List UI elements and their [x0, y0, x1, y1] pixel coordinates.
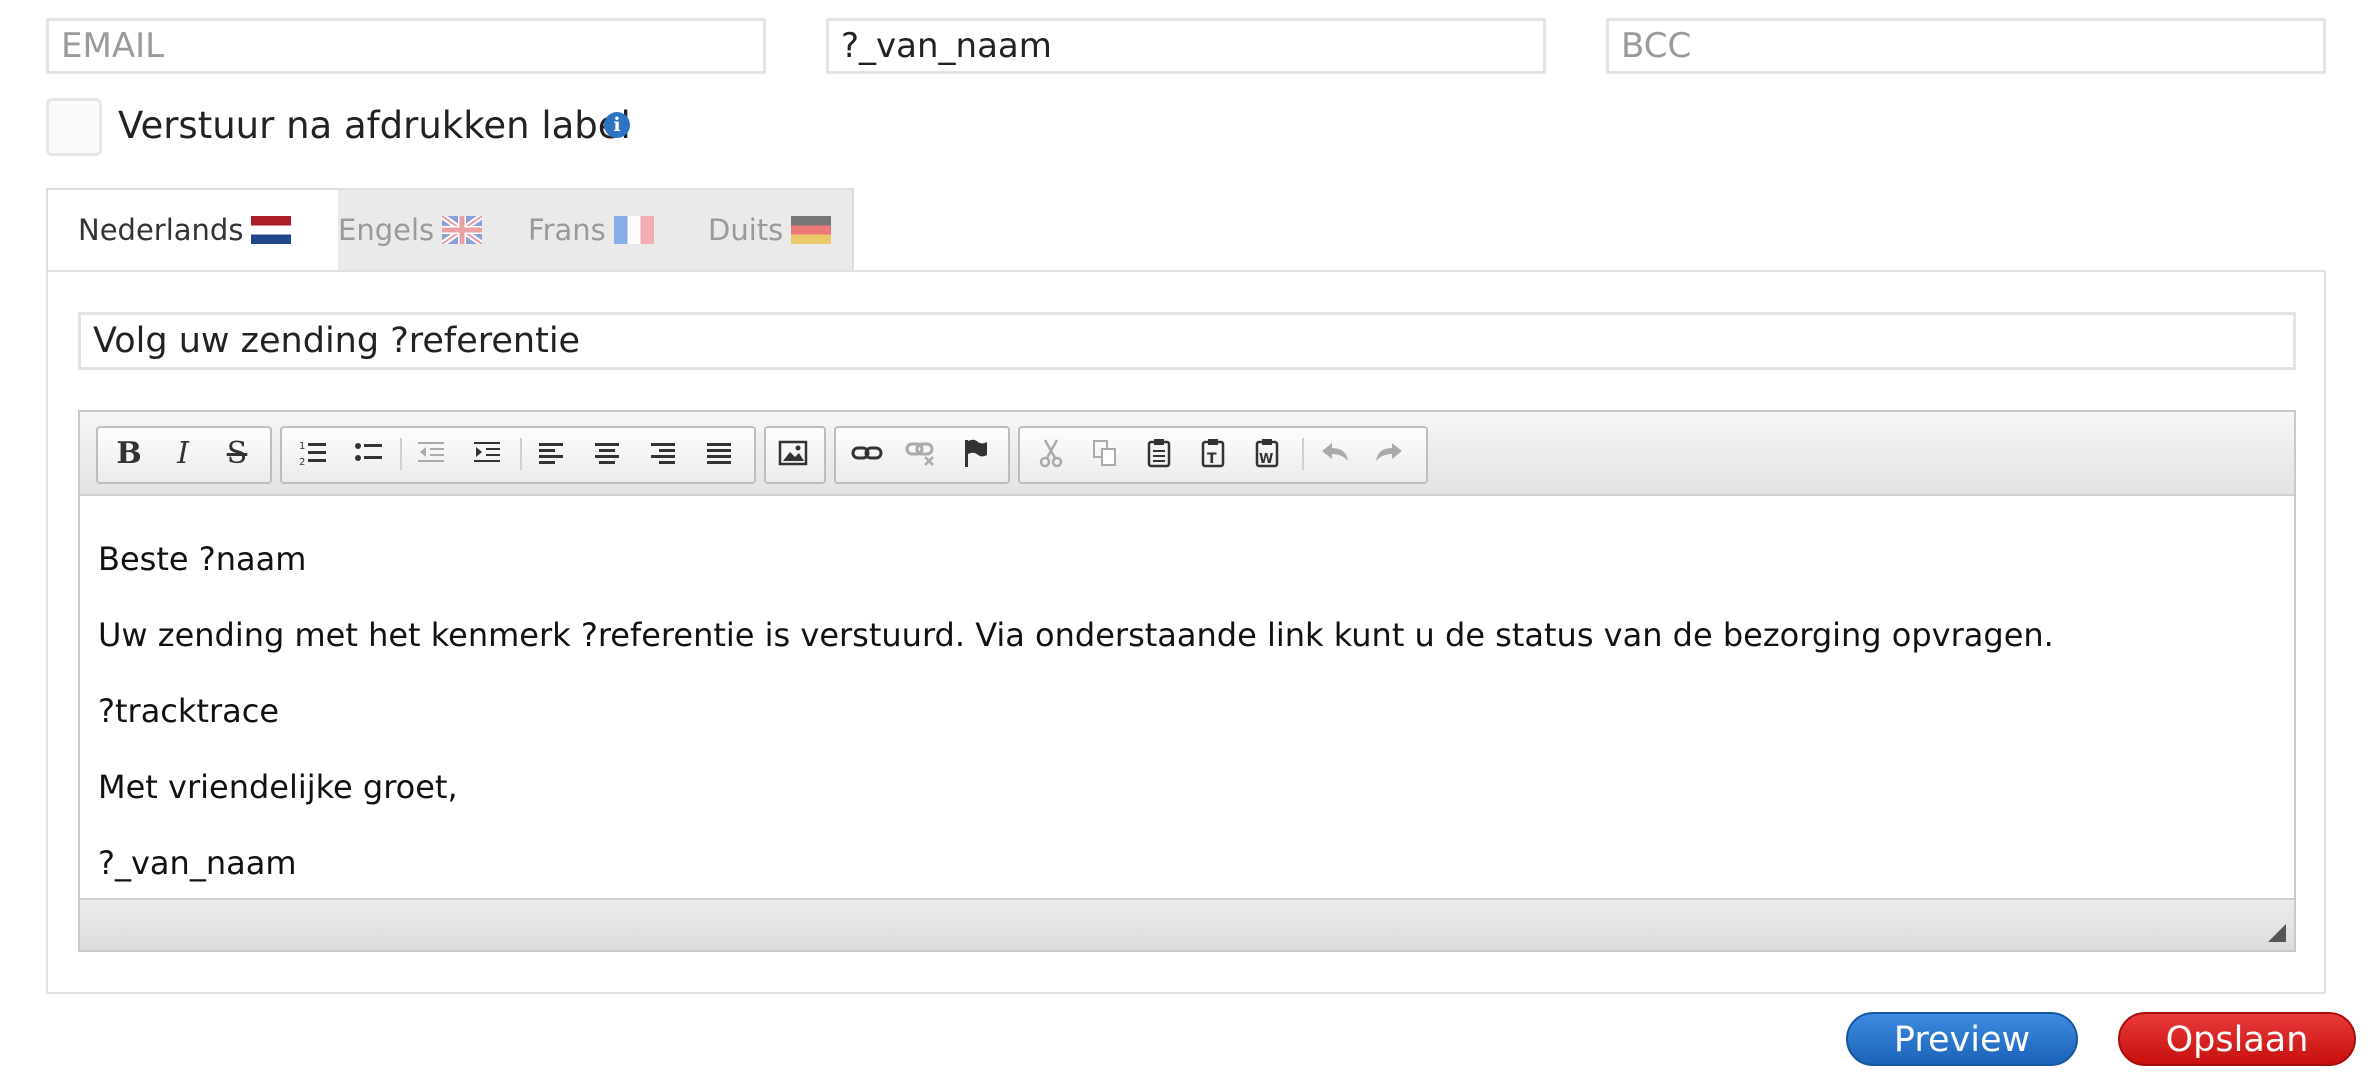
flag-uk-icon	[442, 216, 483, 244]
svg-text:2: 2	[299, 457, 305, 468]
align-left-icon[interactable]	[526, 428, 576, 478]
redo-icon[interactable]	[1364, 428, 1414, 478]
flag-nl-icon	[251, 216, 292, 244]
link-icon[interactable]	[842, 428, 892, 478]
body-line-greeting: Beste ?naam	[98, 540, 307, 578]
tab-label: Duits	[708, 213, 784, 247]
unlink-icon[interactable]	[896, 428, 946, 478]
undo-icon[interactable]	[1310, 428, 1360, 478]
resize-handle-icon[interactable]	[2268, 924, 2286, 942]
image-icon[interactable]	[768, 428, 818, 478]
bcc-field[interactable]	[1606, 18, 2326, 74]
paste-word-icon[interactable]: W	[1242, 428, 1292, 478]
email-field[interactable]	[46, 18, 766, 74]
subject-field[interactable]	[78, 312, 2296, 370]
body-line-closing: Met vriendelijke groet,	[98, 768, 458, 806]
editor-statusbar	[80, 898, 2294, 950]
svg-text:T: T	[1207, 451, 1217, 467]
toolbar-group-clipboard: T W	[1018, 426, 1428, 484]
tab-engels[interactable]: Engels	[338, 190, 483, 270]
rich-text-editor: B I S 12 T W Beste ?naam Uw zending met …	[78, 410, 2296, 952]
editor-toolbar: B I S 12 T W	[80, 412, 2294, 496]
tab-label: Engels	[338, 213, 435, 247]
paste-icon[interactable]	[1134, 428, 1184, 478]
toolbar-group-links	[834, 426, 1010, 484]
tab-label: Nederlands	[78, 213, 244, 247]
preview-button[interactable]: Preview	[1846, 1012, 2078, 1066]
editor-content[interactable]: Beste ?naam Uw zending met het kenmerk ?…	[80, 496, 2294, 900]
cut-icon[interactable]	[1026, 428, 1076, 478]
body-line-message: Uw zending met het kenmerk ?referentie i…	[98, 616, 2054, 654]
tab-frans[interactable]: Frans	[528, 190, 654, 270]
italic-icon[interactable]: I	[158, 428, 208, 478]
body-line-tracktrace: ?tracktrace	[98, 692, 280, 730]
copy-icon[interactable]	[1080, 428, 1130, 478]
toolbar-group-image	[764, 426, 826, 484]
align-right-icon[interactable]	[638, 428, 688, 478]
svg-text:1: 1	[299, 441, 305, 452]
numbered-list-icon[interactable]: 12	[288, 428, 338, 478]
justify-icon[interactable]	[694, 428, 744, 478]
tab-label: Frans	[528, 213, 606, 247]
paste-text-icon[interactable]: T	[1188, 428, 1238, 478]
tab-duits[interactable]: Duits	[708, 190, 832, 270]
send-after-print-checkbox[interactable]	[46, 98, 102, 156]
language-tabs: Nederlands Engels Frans Duits	[46, 188, 854, 272]
outdent-icon[interactable]	[406, 428, 456, 478]
from-name-field[interactable]	[826, 18, 1546, 74]
toolbar-group-paragraph: 12	[280, 426, 756, 484]
indent-icon[interactable]	[462, 428, 512, 478]
bold-icon[interactable]: B	[104, 428, 154, 478]
tab-nederlands[interactable]: Nederlands	[48, 190, 338, 270]
toolbar-group-basic: B I S	[96, 426, 272, 484]
info-icon[interactable]: i	[604, 112, 630, 138]
save-button[interactable]: Opslaan	[2118, 1012, 2356, 1066]
svg-text:W: W	[1259, 452, 1273, 467]
align-center-icon[interactable]	[582, 428, 632, 478]
send-after-print-label: Verstuur na afdrukken label	[118, 104, 631, 147]
flag-de-icon	[791, 216, 832, 244]
flag-fr-icon	[613, 216, 654, 244]
anchor-flag-icon[interactable]	[950, 428, 1000, 478]
strikethrough-icon[interactable]: S	[212, 428, 262, 478]
body-line-signature: ?_van_naam	[98, 844, 297, 882]
bulleted-list-icon[interactable]	[344, 428, 394, 478]
